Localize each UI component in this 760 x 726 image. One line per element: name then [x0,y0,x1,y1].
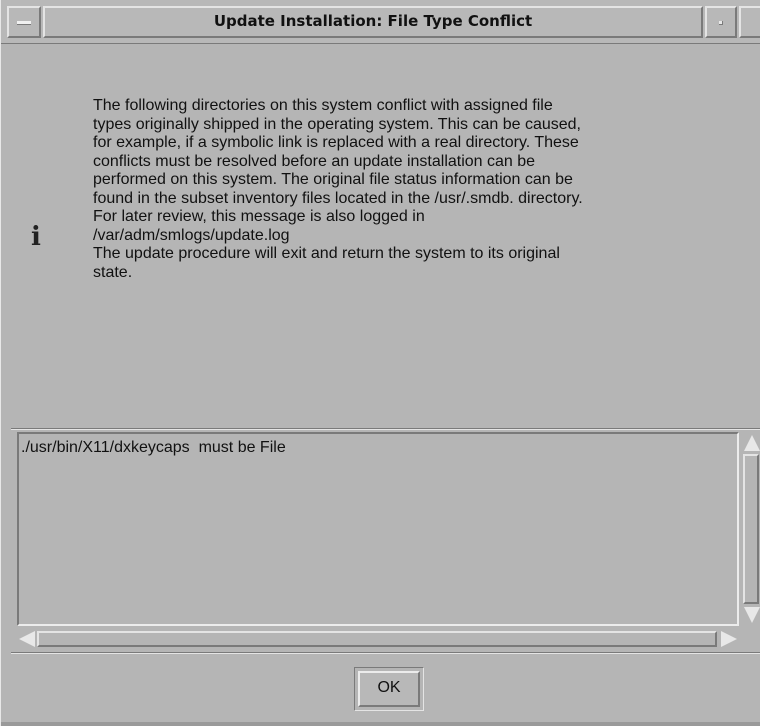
conflict-message: The following directories on this system… [93,97,583,281]
window-menu-button[interactable] [7,6,41,38]
horizontal-scroll-thumb[interactable] [37,631,717,647]
scroll-down-arrow-icon[interactable] [744,607,760,623]
window-title[interactable]: Update Installation: File Type Conflict [43,6,703,38]
scroll-right-arrow-icon[interactable] [721,631,737,647]
info-icon: i [31,222,41,252]
minimize-icon [719,21,723,25]
vertical-scrollbar[interactable] [741,432,760,626]
title-bar[interactable]: Update Installation: File Type Conflict [1,0,760,44]
separator [11,428,760,430]
scroll-left-arrow-icon[interactable] [19,631,35,647]
dialog-window: Update Installation: File Type Conflict … [0,0,760,726]
horizontal-scrollbar[interactable] [17,630,739,648]
maximize-button[interactable] [739,6,760,38]
window-menu-icon [17,21,31,25]
separator [11,652,760,654]
window-bottom-border [1,722,760,726]
ok-button[interactable]: OK [358,671,420,707]
conflict-list[interactable]: ./usr/bin/X11/dxkeycaps must be File [17,432,739,626]
minimize-button[interactable] [705,6,737,38]
vertical-scroll-thumb[interactable] [743,454,759,604]
scroll-up-arrow-icon[interactable] [744,435,760,451]
list-item[interactable]: ./usr/bin/X11/dxkeycaps must be File [21,439,286,457]
